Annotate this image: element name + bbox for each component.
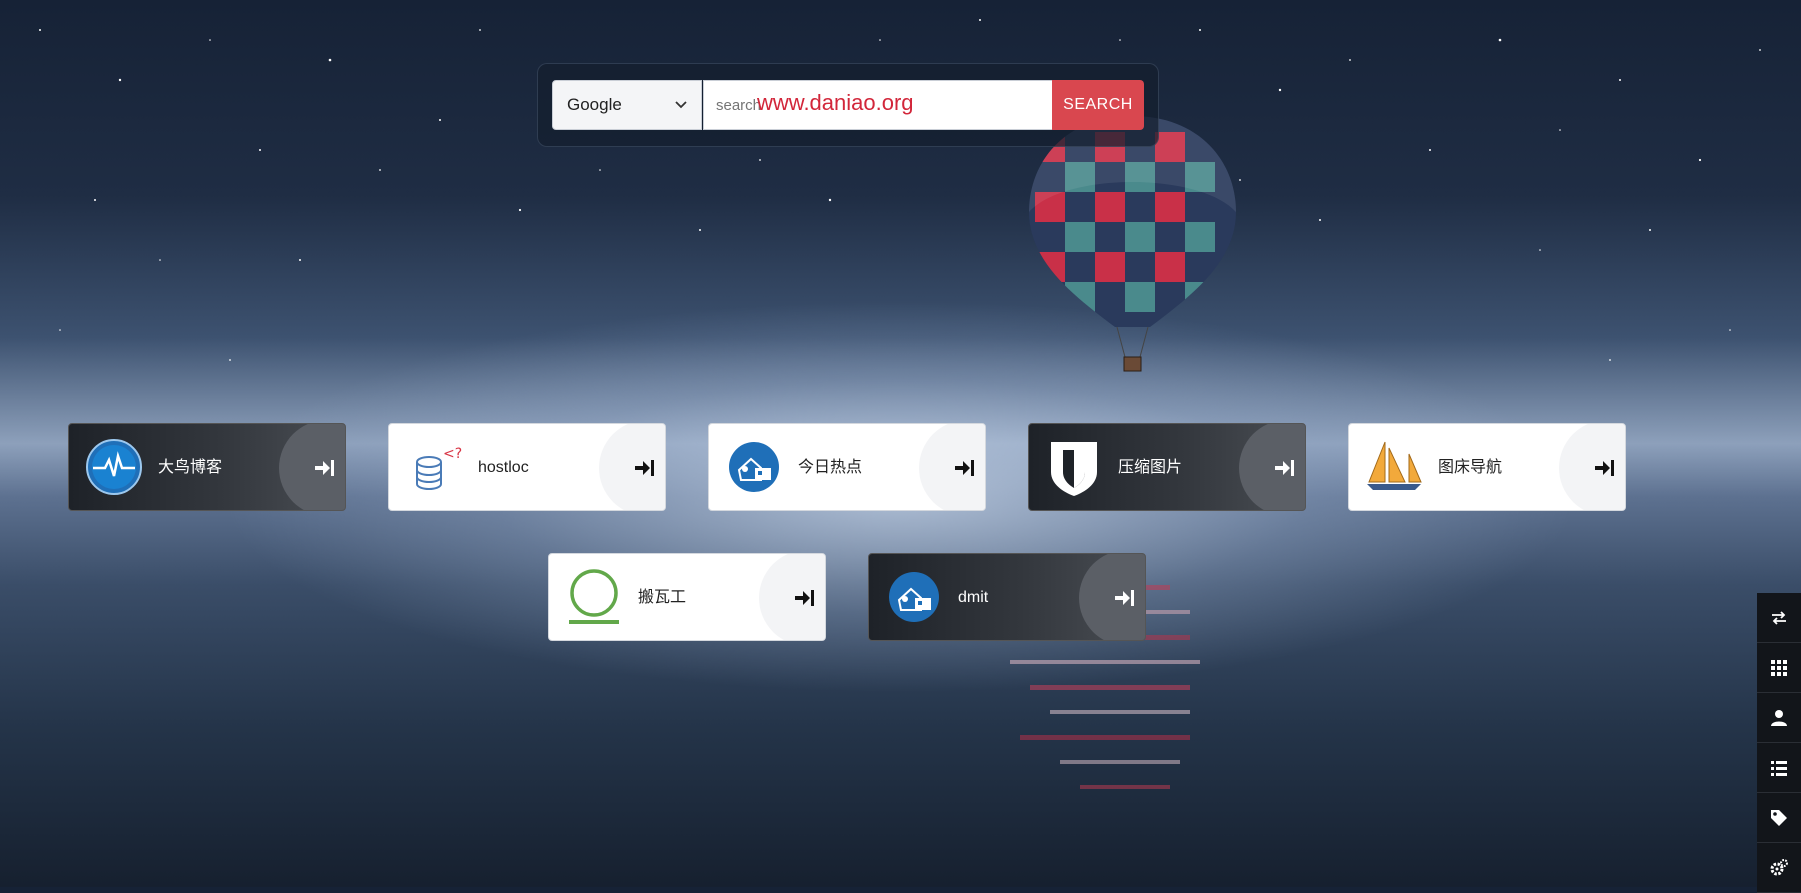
swap-icon [1772,610,1786,625]
link-card-dmit[interactable]: dmit [868,553,1146,641]
link-card-label: dmit [958,589,989,606]
list-icon [1771,760,1787,776]
link-card-bandwagon[interactable]: 搬瓦工 [548,553,826,641]
heartbeat-circle-icon [86,439,142,495]
cogs-icon [1770,858,1788,875]
search-engine-value: Google [567,95,622,114]
list-button[interactable] [1757,743,1801,793]
link-card-daniao-blog[interactable]: 大鸟博客 [68,423,346,511]
search-button[interactable]: SEARCH [1052,80,1144,130]
tag-button[interactable] [1757,793,1801,843]
sign-in-icon[interactable] [1593,458,1615,478]
hot-air-balloon-image [1029,116,1236,372]
grid-button[interactable] [1757,643,1801,693]
sign-in-icon[interactable] [313,458,335,478]
sailboat-icon [1367,441,1422,490]
user-button[interactable] [1757,693,1801,743]
side-toolbar [1757,593,1801,893]
link-card-label: 今日热点 [798,459,863,476]
link-card-image-host-nav[interactable]: 图床导航 [1348,423,1626,511]
svg-text:<?: <? [443,446,462,462]
link-card-label: 搬瓦工 [638,589,687,606]
settings-button[interactable] [1757,843,1801,893]
database-code-icon: <? [416,446,462,490]
link-card-label: 大鸟博客 [158,459,223,476]
user-icon [1771,709,1787,726]
sign-in-icon[interactable] [793,588,815,608]
link-card-label: 压缩图片 [1118,459,1183,476]
sign-in-icon[interactable] [953,458,975,478]
search-bar: Google SEARCH [537,63,1159,147]
sign-in-icon[interactable] [1273,458,1295,478]
chevron-down-icon [675,101,687,109]
shield-icon [1051,442,1097,496]
sign-in-icon[interactable] [633,458,655,478]
green-ring-icon [569,569,619,624]
link-card-today-hot[interactable]: 今日热点 [708,423,986,511]
house-tag-icon [729,442,779,492]
tag-icon [1771,809,1787,826]
house-tag-icon [889,572,939,622]
sign-in-icon[interactable] [1113,588,1135,608]
grid-icon [1771,659,1787,676]
link-card-compress-image[interactable]: 压缩图片 [1028,423,1306,511]
search-engine-select[interactable]: Google [552,80,702,130]
search-input[interactable] [703,80,1053,130]
link-card-label: 图床导航 [1438,459,1503,476]
swap-button[interactable] [1757,593,1801,643]
link-card-label: hostloc [478,459,529,476]
link-card-hostloc[interactable]: <? hostloc [388,423,666,511]
